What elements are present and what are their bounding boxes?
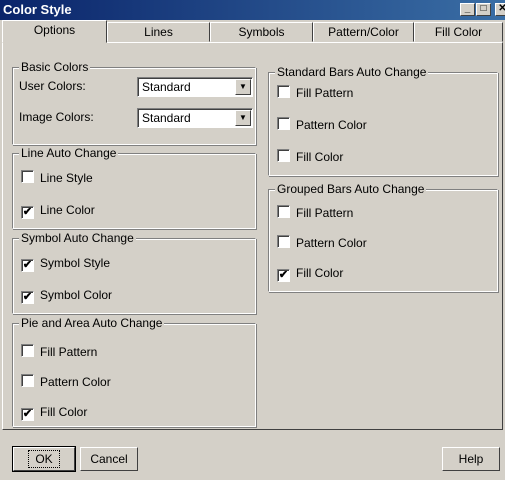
pie-fill-pattern-checkbox[interactable]: Fill Pattern [21, 344, 97, 360]
checkbox-box[interactable]: ✔ [21, 408, 34, 421]
title-bar[interactable]: Color Style _ □ ✕ [0, 0, 505, 20]
line-auto-change-legend: Line Auto Change [19, 146, 119, 160]
std-pattern-color-label: Pattern Color [296, 118, 367, 132]
checkbox-box[interactable] [21, 170, 34, 183]
pie-area-auto-change-group: Pie and Area Auto Change Fill Pattern Pa… [12, 316, 256, 427]
checkbox-box[interactable] [277, 235, 290, 248]
tab-pattern-color[interactable]: Pattern/Color [313, 22, 414, 42]
maximize-icon[interactable]: □ [476, 3, 491, 16]
checkbox-box[interactable]: ✔ [21, 291, 34, 304]
chevron-down-icon[interactable]: ▼ [235, 110, 251, 126]
symbol-auto-change-legend: Symbol Auto Change [19, 231, 136, 245]
tab-options[interactable]: Options [2, 20, 107, 43]
help-button[interactable]: Help [442, 447, 500, 471]
grp-fill-color-label: Fill Color [296, 266, 344, 280]
tab-fill-color[interactable]: Fill Color [414, 22, 503, 42]
standard-bars-auto-change-legend: Standard Bars Auto Change [275, 65, 429, 79]
ok-button-label: OK [28, 450, 60, 468]
grouped-bars-auto-change-legend: Grouped Bars Auto Change [275, 182, 427, 196]
minimize-icon[interactable]: _ [460, 3, 475, 16]
tab-strip: Options Lines Symbols Pattern/Color Fill… [0, 20, 505, 43]
grp-fill-pattern-checkbox[interactable]: Fill Pattern [277, 205, 353, 221]
grp-pattern-color-label: Pattern Color [296, 236, 367, 250]
checkbox-box[interactable] [277, 85, 290, 98]
pie-pattern-color-checkbox[interactable]: Pattern Color [21, 374, 111, 390]
checkbox-box[interactable]: ✔ [21, 206, 34, 219]
symbol-color-checkbox[interactable]: ✔ Symbol Color [21, 287, 113, 304]
pie-area-auto-change-legend: Pie and Area Auto Change [19, 316, 165, 330]
basic-colors-legend: Basic Colors [19, 60, 91, 74]
user-colors-label: User Colors: [19, 79, 86, 93]
symbol-color-label: Symbol Color [40, 288, 113, 302]
symbol-style-checkbox[interactable]: ✔ Symbol Style [21, 255, 111, 272]
basic-colors-group: Basic Colors User Colors: Standard ▼ Ima… [12, 60, 256, 145]
ok-button[interactable]: OK [12, 446, 76, 472]
checkbox-box[interactable]: ✔ [21, 259, 34, 272]
symbol-auto-change-group: Symbol Auto Change ✔ Symbol Style ✔ Symbol… [12, 231, 256, 314]
image-colors-label: Image Colors: [19, 110, 94, 124]
std-fill-color-label: Fill Color [296, 150, 344, 164]
pie-fill-color-label: Fill Color [40, 405, 88, 419]
cancel-button[interactable]: Cancel [80, 447, 138, 471]
pie-fill-color-checkbox[interactable]: ✔ Fill Color [21, 404, 88, 421]
checkbox-box[interactable] [21, 374, 34, 387]
close-icon[interactable]: ✕ [495, 3, 505, 16]
chevron-down-icon[interactable]: ▼ [235, 79, 251, 95]
checkbox-box[interactable] [21, 344, 34, 357]
tab-symbols[interactable]: Symbols [210, 22, 313, 42]
grp-pattern-color-checkbox[interactable]: Pattern Color [277, 235, 367, 251]
pie-pattern-color-label: Pattern Color [40, 375, 111, 389]
std-fill-pattern-label: Fill Pattern [296, 86, 354, 100]
color-style-dialog: Color Style _ □ ✕ Options Lines Symbols … [0, 0, 505, 480]
window-title: Color Style [3, 2, 72, 17]
image-colors-select[interactable]: Standard ▼ [137, 108, 253, 128]
tab-lines[interactable]: Lines [107, 22, 210, 42]
line-style-checkbox[interactable]: Line Style [21, 170, 93, 186]
image-colors-value: Standard [142, 111, 191, 125]
grouped-bars-auto-change-group: Grouped Bars Auto Change Fill Pattern Pa… [268, 182, 498, 292]
symbol-style-label: Symbol Style [40, 256, 111, 270]
std-fill-color-checkbox[interactable]: Fill Color [277, 149, 343, 165]
line-style-label: Line Style [40, 171, 93, 185]
standard-bars-auto-change-group: Standard Bars Auto Change Fill Pattern P… [268, 65, 498, 176]
checkbox-box[interactable] [277, 117, 290, 130]
grp-fill-pattern-label: Fill Pattern [296, 206, 354, 220]
checkbox-box[interactable] [277, 205, 290, 218]
std-pattern-color-checkbox[interactable]: Pattern Color [277, 117, 367, 133]
line-auto-change-group: Line Auto Change Line Style ✔ Line Color [12, 146, 256, 229]
line-color-label: Line Color [40, 203, 95, 217]
user-colors-select[interactable]: Standard ▼ [137, 77, 253, 97]
checkbox-box[interactable]: ✔ [277, 269, 290, 282]
user-colors-value: Standard [142, 80, 191, 94]
pie-fill-pattern-label: Fill Pattern [40, 345, 98, 359]
std-fill-pattern-checkbox[interactable]: Fill Pattern [277, 85, 353, 101]
checkbox-box[interactable] [277, 149, 290, 162]
grp-fill-color-checkbox[interactable]: ✔ Fill Color [277, 265, 344, 282]
line-color-checkbox[interactable]: ✔ Line Color [21, 202, 95, 219]
